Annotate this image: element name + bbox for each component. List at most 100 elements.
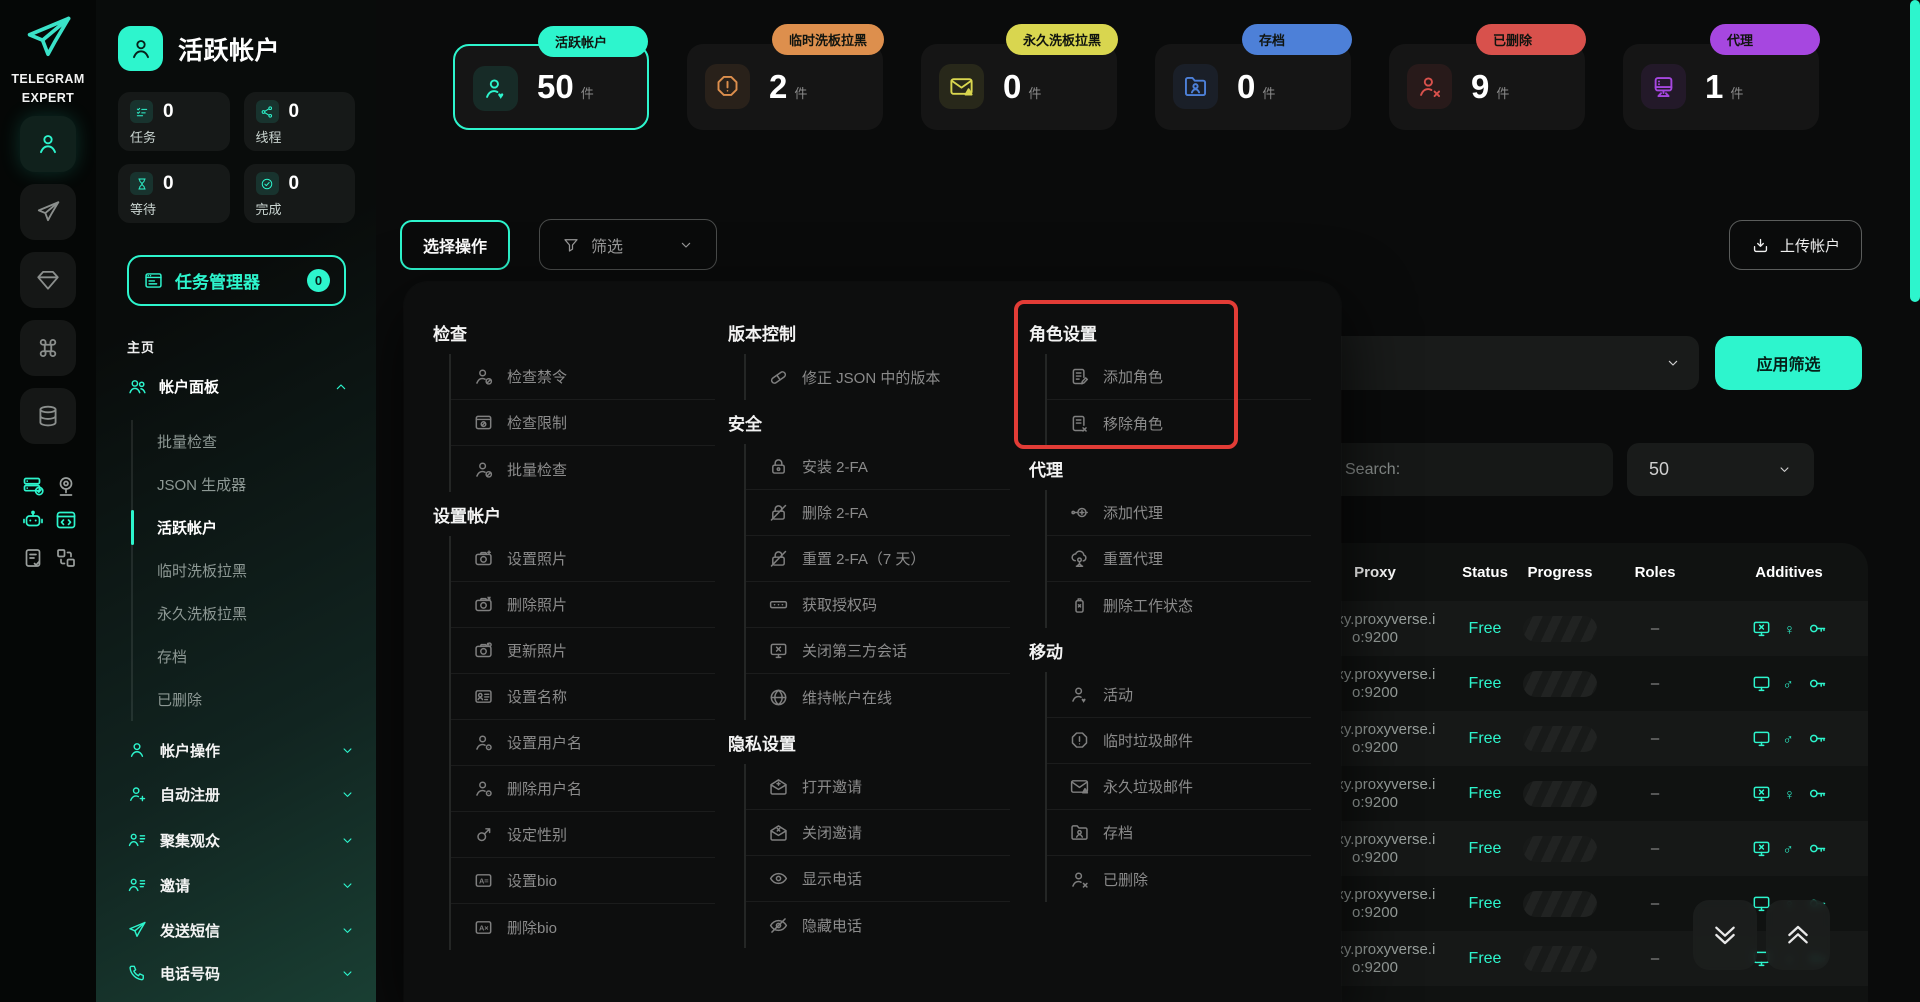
menu-item[interactable]: 删除 2-FA xyxy=(746,490,1010,536)
menu-item[interactable]: 删除照片 xyxy=(451,582,715,628)
roles-cell: – xyxy=(1650,675,1660,692)
status-card[interactable]: 活跃帐户 ♥ 50 件 xyxy=(453,26,649,130)
search-input[interactable] xyxy=(1325,443,1613,496)
menu-item[interactable]: 隐藏电话 xyxy=(746,902,1010,948)
sidebar-section-1[interactable]: 帐户操作 xyxy=(127,735,355,765)
sidebar-section-6[interactable]: 电话号码 xyxy=(127,958,355,988)
rail-mini-webcam[interactable] xyxy=(54,474,78,498)
rail-button-person[interactable] xyxy=(20,116,76,172)
column-header: Progress xyxy=(1527,563,1593,581)
menu-item[interactable]: 移除角色 xyxy=(1047,400,1311,446)
vertical-scrollbar[interactable] xyxy=(1910,0,1920,302)
sidebar-subitem[interactable]: 已删除 xyxy=(133,678,349,721)
sidebar-section-3[interactable]: 聚集观众 xyxy=(127,825,355,855)
select-action-button[interactable]: 选择操作 xyxy=(400,220,510,270)
menu-item[interactable]: 显示电话 xyxy=(746,856,1010,902)
rail-button-command[interactable] xyxy=(20,320,76,376)
scroll-to-top-button[interactable] xyxy=(1766,900,1830,970)
table-row[interactable]: proxy.proxyverse.io:9200 Free – ♂ xyxy=(1300,711,1868,766)
sidebar-subitem[interactable]: 永久洗板拉黑 xyxy=(133,592,349,635)
status-cell: Free xyxy=(1468,784,1502,802)
upload-accounts-button[interactable]: 上传帐户 xyxy=(1729,220,1862,270)
sidebar-section-5[interactable]: 发送短信 xyxy=(127,915,355,945)
table-row[interactable]: proxy.proxyverse.io:9200Free–♀ xyxy=(1300,766,1868,821)
menu-item[interactable]: 重置 2-FA（7 天） xyxy=(746,536,1010,582)
task-manager-button[interactable]: 任务管理器 0 xyxy=(127,255,346,306)
rail-mini-code-window[interactable] xyxy=(54,508,78,532)
status-card[interactable]: 存档 0 件 xyxy=(1155,24,1352,130)
stat-share: 0 线程 xyxy=(243,92,355,151)
status-card[interactable]: 已删除 9 件 xyxy=(1389,24,1586,130)
card-unit: 件 xyxy=(1028,86,1042,101)
menu-item[interactable]: 临时垃圾邮件 xyxy=(1047,718,1311,764)
roles-cell: – xyxy=(1650,785,1660,802)
menu-section: 隐私设置 打开邀请 关闭邀请 显示电话 隐藏电话 xyxy=(728,720,1010,948)
menu-section: 设置帐户 设置照片 删除照片 更新照片 设置名称 设置用户名 删除用户名 设定性别 A= 设置bi… xyxy=(433,492,715,950)
rail-mini-swap[interactable] xyxy=(54,546,78,570)
table-row[interactable]: proxy.proxyverse.io:9200 Free – ♂ xyxy=(1300,656,1868,711)
sidebar-section-2[interactable]: 自动注册 xyxy=(127,779,355,809)
menu-item[interactable]: 设置用户名 xyxy=(451,720,715,766)
table-row[interactable]: proxy.proxyverse.io:9200 Free – ♂ xyxy=(1300,821,1868,876)
menu-item[interactable]: 获取授权码 xyxy=(746,582,1010,628)
menu-item[interactable]: 已删除 xyxy=(1047,856,1311,902)
column-header: Roles xyxy=(1634,563,1676,581)
rail-mini-server-check[interactable] xyxy=(21,474,45,498)
check-circle-icon xyxy=(260,177,274,191)
page-size-select[interactable]: 50 xyxy=(1627,443,1814,496)
menu-item[interactable]: 关闭第三方会话 xyxy=(746,628,1010,674)
eye-slash-icon xyxy=(768,915,789,936)
menu-item[interactable]: A× 删除bio xyxy=(451,904,715,950)
menu-item[interactable]: ♥ 活动 xyxy=(1047,672,1311,718)
rail-mini-doc-check[interactable] xyxy=(21,546,45,570)
sidebar-subitem[interactable]: 存档 xyxy=(133,635,349,678)
menu-item[interactable]: 更新照片 xyxy=(451,628,715,674)
rail-mini-bot[interactable] xyxy=(21,508,45,532)
progress-bar xyxy=(1523,670,1597,697)
sidebar-subitem[interactable]: 批量检查 xyxy=(133,420,349,463)
menu-item[interactable]: 删除工作状态 xyxy=(1047,582,1311,628)
octagon-alert-icon xyxy=(714,73,741,100)
menu-item[interactable]: 打开邀请 xyxy=(746,764,1010,810)
rail-button-paper-plane[interactable] xyxy=(20,184,76,240)
menu-item[interactable]: 维持帐户在线 xyxy=(746,674,1010,720)
menu-item[interactable]: 添加角色 xyxy=(1047,354,1311,400)
menu-item[interactable]: 安装 2-FA xyxy=(746,444,1010,490)
filter-button[interactable]: 筛选 xyxy=(539,219,717,270)
menu-item[interactable]: 检查限制 xyxy=(451,400,715,446)
male-icon: ♂ xyxy=(1779,673,1800,694)
apply-filter-button[interactable]: 应用筛选 xyxy=(1715,336,1862,390)
svg-text:♀: ♀ xyxy=(1783,788,1794,804)
sidebar-subitem[interactable]: 活跃帐户 xyxy=(131,506,349,549)
menu-item[interactable]: 重置代理 xyxy=(1047,536,1311,582)
rail-button-database[interactable] xyxy=(20,388,76,444)
status-card[interactable]: 代理 1 件 xyxy=(1623,24,1820,130)
menu-item[interactable]: 修正 JSON 中的版本 xyxy=(746,354,1010,400)
menu-item[interactable]: 检查禁令 xyxy=(451,354,715,400)
additives-cell: ♂ xyxy=(1710,728,1868,749)
menu-item[interactable]: 设定性别 xyxy=(451,812,715,858)
menu-item[interactable]: 设置名称 xyxy=(451,674,715,720)
rail-button-gem[interactable] xyxy=(20,252,76,308)
window-ban-icon xyxy=(473,412,494,433)
menu-item[interactable]: 添加代理 xyxy=(1047,490,1311,536)
table-row[interactable]: proxy.proxyverse.io:9200Free–♀ xyxy=(1300,601,1868,656)
sidebar-item-account-panel[interactable]: 帐户面板 xyxy=(127,376,349,397)
status-card[interactable]: 临时洗板拉黑 2 件 xyxy=(687,24,884,130)
menu-item[interactable]: 批量检查 xyxy=(451,446,715,492)
scroll-to-bottom-button[interactable] xyxy=(1693,900,1757,970)
menu-item[interactable]: 永久垃圾邮件 xyxy=(1047,764,1311,810)
menu-item[interactable]: A= 设置bio xyxy=(451,858,715,904)
status-card[interactable]: 永久洗板拉黑 0 件 xyxy=(921,24,1118,130)
brand-name: TELEGRAM EXPERT xyxy=(11,72,85,106)
progress-bar xyxy=(1523,615,1597,642)
menu-item[interactable]: 关闭邀请 xyxy=(746,810,1010,856)
sidebar-subitem[interactable]: 临时洗板拉黑 xyxy=(133,549,349,592)
menu-item[interactable]: 设置照片 xyxy=(451,536,715,582)
bio-card-icon: A= xyxy=(473,870,494,891)
menu-item[interactable]: 存档 xyxy=(1047,810,1311,856)
menu-item[interactable]: 删除用户名 xyxy=(451,766,715,812)
sidebar-section-4[interactable]: 邀请 xyxy=(127,870,355,900)
sidebar-subitem[interactable]: JSON 生成器 xyxy=(133,463,349,506)
additives-cell: ♂ xyxy=(1710,838,1868,859)
